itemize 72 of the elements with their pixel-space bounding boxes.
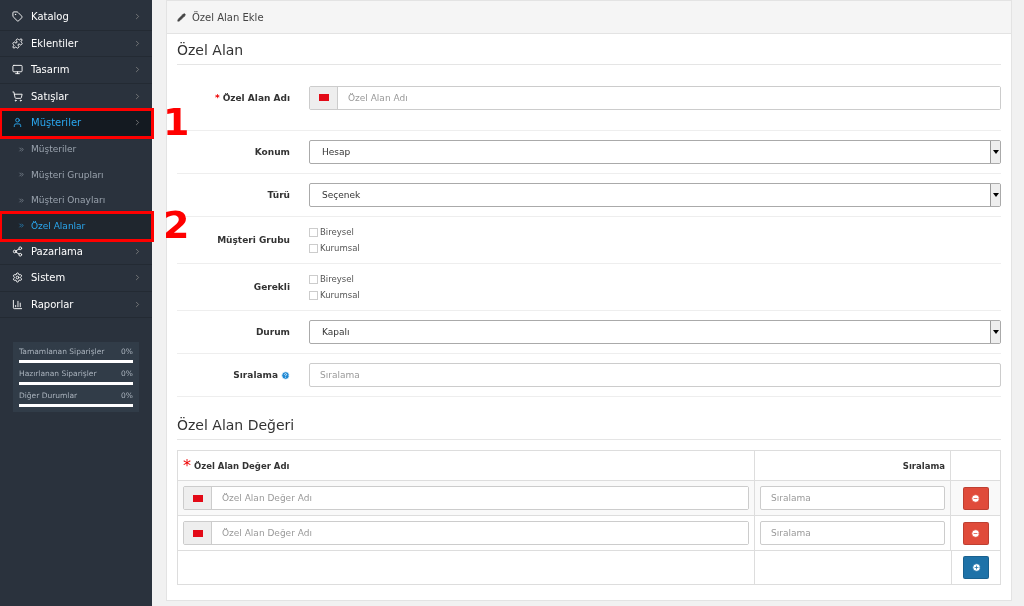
- column-header: Özel Alan Değer Adı: [194, 460, 290, 471]
- chevron-icon: [133, 299, 142, 309]
- menu-icon: [12, 298, 23, 310]
- menu-icon: [12, 37, 23, 49]
- chevrons-icon: [18, 171, 25, 179]
- checkbox-option[interactable]: Bireysel: [309, 227, 360, 237]
- chevron-icon: [133, 246, 142, 256]
- section-heading: Özel Alan Değeri: [177, 417, 1001, 440]
- menu-item[interactable]: Katalog: [0, 4, 152, 31]
- required-mark: *: [183, 456, 191, 475]
- menu-item[interactable]: Eklentiler: [0, 30, 152, 57]
- select-field[interactable]: Seçenek: [309, 183, 1001, 207]
- minus-icon: [971, 528, 980, 538]
- menu-item[interactable]: Tasarım: [0, 57, 152, 84]
- sort-order-field[interactable]: Sıralama: [760, 521, 945, 545]
- remove-button[interactable]: [962, 521, 989, 545]
- field-label: Konum: [254, 147, 290, 157]
- menu-item[interactable]: Raporlar: [0, 291, 152, 318]
- flag-icon: [318, 94, 329, 101]
- sort-order-field[interactable]: Sıralama: [760, 486, 945, 510]
- menu-icon: [12, 11, 23, 23]
- submenu-item[interactable]: Müşteriler: [0, 136, 152, 162]
- chevrons-icon: [18, 222, 25, 230]
- panel-title: Özel Alan Ekle: [192, 11, 264, 23]
- remove-button[interactable]: [962, 486, 989, 510]
- field-label: Gerekli: [253, 282, 290, 292]
- chevron-icon: [133, 118, 142, 128]
- checkbox-option[interactable]: Kurumsal: [309, 243, 360, 253]
- pencil-icon: [177, 12, 186, 22]
- caret-icon: [992, 150, 999, 154]
- menu-icon: [12, 64, 23, 76]
- menu-item[interactable]: Sistem: [0, 265, 152, 292]
- value-name-field[interactable]: Özel Alan Değer Adı: [183, 486, 749, 510]
- value-name-field[interactable]: Özel Alan Değer Adı: [183, 521, 749, 545]
- submenu-item[interactable]: Müşteri Grupları: [0, 162, 152, 188]
- checkbox-option[interactable]: Kurumsal: [309, 290, 360, 300]
- chevron-icon: [133, 12, 142, 22]
- annotation-number: 1: [163, 103, 190, 141]
- chevron-icon: [133, 65, 142, 75]
- menu-icon: [12, 245, 23, 257]
- name-field[interactable]: Özel Alan Adı: [309, 85, 1001, 110]
- chevron-icon: [133, 91, 142, 101]
- checkbox-option[interactable]: Bireysel: [309, 274, 360, 284]
- field-label: Türü: [267, 190, 290, 200]
- caret-icon: [992, 330, 999, 334]
- submenu-item[interactable]: Müşteri Onayları: [0, 187, 152, 213]
- menu-icon: [12, 117, 23, 129]
- flag-icon: [192, 529, 203, 537]
- input-field[interactable]: Sıralama: [309, 363, 1001, 387]
- select-field[interactable]: Hesap: [309, 140, 1001, 164]
- menu-item[interactable]: Satışlar: [0, 83, 152, 110]
- flag-icon: [192, 494, 203, 502]
- select-field[interactable]: Kapalı: [309, 320, 1001, 344]
- chevrons-icon: [18, 196, 25, 204]
- field-label: Durum: [255, 327, 290, 337]
- menu-icon: [12, 90, 23, 102]
- menu-item[interactable]: Pazarlama: [0, 238, 152, 265]
- column-header: Sıralama: [902, 460, 945, 471]
- field-label: Özel Alan Adı: [222, 92, 290, 103]
- field-label: Müşteri Grubu: [217, 235, 290, 245]
- minus-icon: [971, 493, 980, 503]
- required-mark: *: [214, 92, 220, 103]
- plus-icon: [971, 563, 981, 572]
- add-button[interactable]: [963, 556, 989, 579]
- caret-icon: [992, 193, 999, 197]
- chevrons-icon: [18, 145, 25, 153]
- annotation-number: 2: [163, 206, 190, 244]
- section-heading: Özel Alan: [177, 42, 1001, 65]
- field-label: Sıralama: [233, 370, 278, 380]
- chevron-icon: [133, 38, 142, 48]
- chevron-icon: [133, 273, 142, 283]
- menu-icon: [12, 272, 23, 284]
